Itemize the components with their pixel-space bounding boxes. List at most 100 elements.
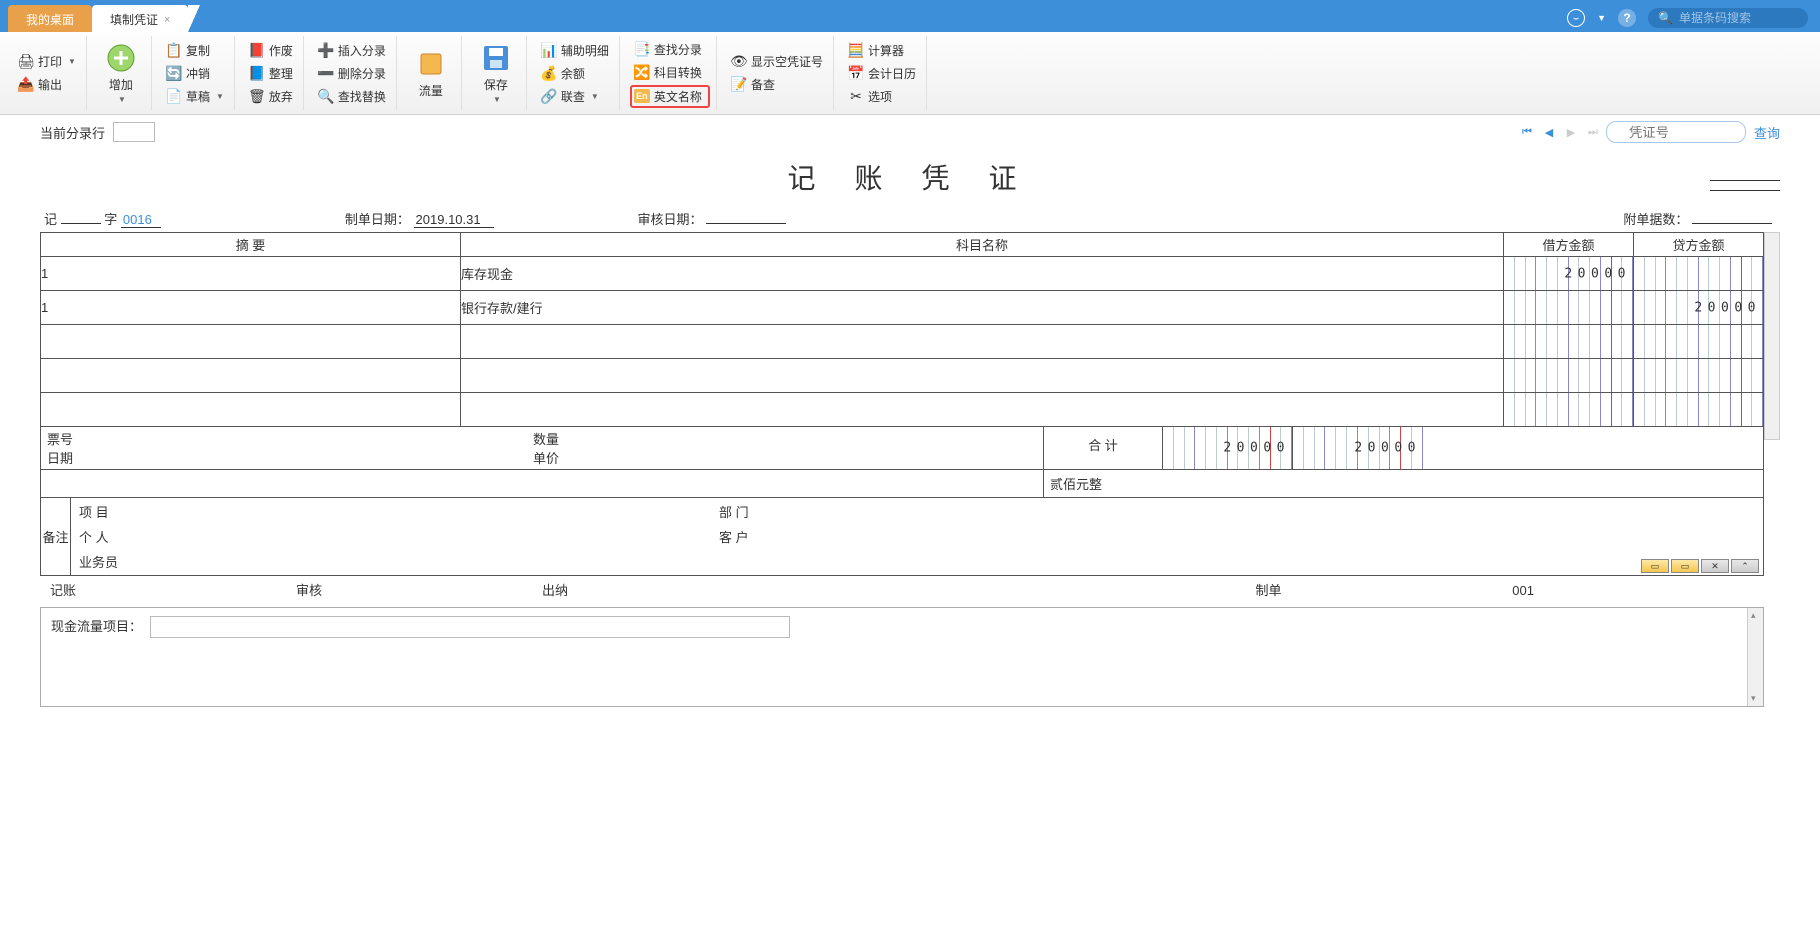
showempty-icon: 👁: [731, 54, 747, 70]
findentry-icon: 📑: [634, 41, 650, 57]
aux-detail-button[interactable]: 📊辅助明细: [537, 40, 613, 61]
printer-icon: 🖨: [18, 54, 34, 70]
en-icon: En: [634, 89, 650, 103]
find-entry-button[interactable]: 📑查找分录: [630, 39, 710, 60]
delete-entry-button[interactable]: ➖删除分录: [314, 63, 390, 84]
show-empty-button[interactable]: 👁显示空凭证号: [727, 51, 827, 72]
draft-button[interactable]: 📄草稿▼: [162, 86, 228, 107]
mini-btn-4[interactable]: ⌃: [1731, 559, 1759, 573]
export-button[interactable]: 📤输出: [14, 74, 80, 95]
memo-button[interactable]: 📝备查: [727, 74, 827, 95]
signature-row: 记账 审核 出纳 制单 001: [40, 576, 1764, 603]
copy-button[interactable]: 📋复制: [162, 40, 228, 61]
flow-icon: [415, 48, 447, 80]
subbar: 当前分录行 ⏮ ◀ ▶ ⏭ 查询: [0, 115, 1820, 149]
voucher-table: 摘 要 科目名称 借方金额 贷方金额 1库存现金200001银行存款/建行200…: [40, 232, 1764, 427]
table-row[interactable]: 1库存现金20000: [41, 257, 1764, 291]
nav-last[interactable]: ⏭: [1584, 123, 1602, 141]
nav-next[interactable]: ▶: [1562, 123, 1580, 141]
balance-button[interactable]: 💰余额: [537, 63, 613, 84]
link-query-button[interactable]: 🔗联查▼: [537, 86, 613, 107]
make-date[interactable]: 2019.10.31: [414, 212, 494, 228]
tab-voucher[interactable]: 填制凭证×: [92, 5, 188, 32]
audit-date: [706, 223, 786, 224]
smiley-icon[interactable]: ⌣: [1567, 9, 1585, 27]
calendar-icon: 📅: [848, 65, 864, 81]
tidy-icon: 📘: [249, 65, 265, 81]
save-icon: [480, 42, 512, 74]
cashflow-panel: 现金流量项目：: [40, 607, 1764, 707]
total-label: 合 计: [1043, 427, 1163, 469]
scrollbar[interactable]: [1747, 608, 1763, 706]
search-icon: 🔍: [1658, 11, 1673, 25]
barcode-search-input[interactable]: [1679, 11, 1798, 25]
draft-icon: 📄: [166, 88, 182, 104]
ribbon: 🖨打印▼ 📤输出 增加▼ 📋复制 🔄冲销 📄草稿▼ 📕作废 📘整理 🗑放弃 ➕插…: [0, 32, 1820, 115]
table-row[interactable]: [41, 359, 1764, 393]
voucher-no-input[interactable]: [1606, 121, 1746, 143]
insert-entry-button[interactable]: ➕插入分录: [314, 40, 390, 61]
findreplace-icon: 🔍: [318, 88, 334, 104]
close-icon[interactable]: ×: [164, 14, 170, 26]
calc-icon: 🧮: [848, 42, 864, 58]
dropdown-icon[interactable]: ▼: [1597, 13, 1606, 23]
col-credit: 贷方金额: [1634, 233, 1764, 257]
nav-first[interactable]: ⏮: [1518, 123, 1536, 141]
col-subject: 科目名称: [461, 233, 1504, 257]
subject-convert-button[interactable]: 🔀科目转换: [630, 62, 710, 83]
offset-icon: 🔄: [166, 65, 182, 81]
english-name-button[interactable]: En英文名称: [630, 85, 710, 108]
query-link[interactable]: 查询: [1754, 123, 1780, 142]
print-button[interactable]: 🖨打印▼: [14, 51, 80, 72]
options-button[interactable]: ✂选项: [844, 86, 920, 107]
doc-header: 记 字 0016 制单日期： 2019.10.31 审核日期： 附单据数：: [40, 209, 1780, 232]
invalidate-button[interactable]: 📕作废: [245, 40, 297, 61]
abandon-button[interactable]: 🗑放弃: [245, 86, 297, 107]
convert-icon: 🔀: [634, 64, 650, 80]
table-row[interactable]: [41, 325, 1764, 359]
remark-row: 备注 项 目部 门 个 人客 户 业务员 ▭ ▭ ✕ ⌃: [40, 498, 1764, 576]
invalidate-icon: 📕: [249, 42, 265, 58]
mini-btn-3[interactable]: ✕: [1701, 559, 1729, 573]
add-button[interactable]: 增加▼: [97, 38, 145, 108]
find-replace-button[interactable]: 🔍查找替换: [314, 86, 390, 107]
calendar-button[interactable]: 📅会计日历: [844, 63, 920, 84]
attach-count[interactable]: [1692, 223, 1772, 224]
info-row-1: 票号数量 日期单价 合 计 20000 20000: [40, 427, 1764, 470]
aux-icon: 📊: [541, 42, 557, 58]
current-row-input[interactable]: [113, 122, 155, 142]
insert-icon: ➕: [318, 42, 334, 58]
options-icon: ✂: [848, 88, 864, 104]
mini-btn-1[interactable]: ▭: [1641, 559, 1669, 573]
barcode-search[interactable]: 🔍: [1648, 8, 1808, 28]
flow-button[interactable]: 流量: [407, 38, 455, 108]
table-scrollbar[interactable]: [1764, 232, 1780, 440]
memo-icon: 📝: [731, 77, 747, 93]
export-icon: 📤: [18, 77, 34, 93]
voucher-number[interactable]: 0016: [121, 212, 161, 228]
cashflow-input[interactable]: [150, 616, 790, 638]
tidy-button[interactable]: 📘整理: [245, 63, 297, 84]
doc-title: 记 账 凭 证: [40, 149, 1780, 209]
current-row-label: 当前分录行: [40, 123, 105, 142]
titlebar: 我的桌面 填制凭证× ⌣ ▼ ? 🔍: [0, 0, 1820, 32]
nav-prev[interactable]: ◀: [1540, 123, 1558, 141]
link-icon: 🔗: [541, 88, 557, 104]
col-summary: 摘 要: [41, 233, 461, 257]
help-icon[interactable]: ?: [1618, 9, 1636, 27]
mini-btn-2[interactable]: ▭: [1671, 559, 1699, 573]
balance-icon: 💰: [541, 65, 557, 81]
header-decoration: [1710, 177, 1780, 191]
calculator-button[interactable]: 🧮计算器: [844, 40, 920, 61]
add-icon: [105, 42, 137, 74]
abandon-icon: 🗑: [249, 88, 265, 104]
tab-desktop[interactable]: 我的桌面: [8, 5, 92, 32]
table-row[interactable]: [41, 393, 1764, 427]
amount-in-words: 贰佰元整: [1043, 470, 1763, 497]
save-button[interactable]: 保存▼: [472, 38, 520, 108]
copy-icon: 📋: [166, 42, 182, 58]
col-debit: 借方金额: [1504, 233, 1634, 257]
table-row[interactable]: 1银行存款/建行20000: [41, 291, 1764, 325]
offset-button[interactable]: 🔄冲销: [162, 63, 228, 84]
delete-icon: ➖: [318, 65, 334, 81]
